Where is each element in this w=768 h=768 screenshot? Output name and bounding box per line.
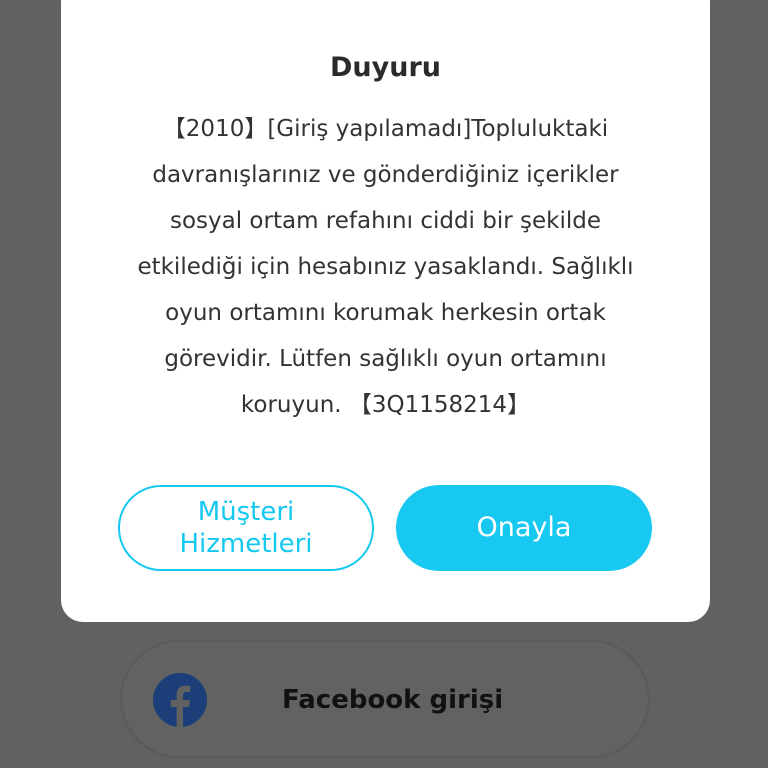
facebook-icon [153,673,207,728]
facebook-login-label: Facebook girişi [282,685,504,715]
dialog-title: Duyuru [330,52,441,83]
customer-service-button[interactable]: Müşteri Hizmetleri [118,485,374,571]
dialog-message: 【2010】[Giriş yapılamadı]Topluluktaki dav… [137,116,634,418]
confirm-button[interactable]: Onayla [396,485,652,571]
announcement-dialog: Duyuru 【2010】[Giriş yapılamadı]Toplulukt… [61,0,710,622]
